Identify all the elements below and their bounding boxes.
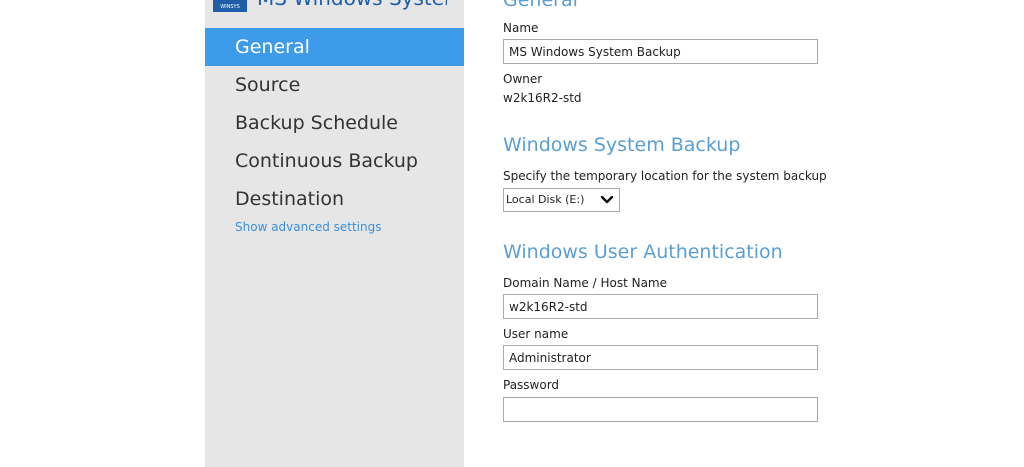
sidebar-item-general[interactable]: General [205,28,464,66]
section-title-general: General [503,0,578,11]
sidebar: WINSYS MS Windows System... General Sour… [205,0,464,467]
password-label: Password [503,378,560,392]
sidebar-item-continuous-backup[interactable]: Continuous Backup [205,142,464,180]
sidebar-item-source[interactable]: Source [205,66,464,104]
chevron-down-icon [601,196,613,204]
temp-location-select[interactable]: Local Disk (E:) [503,188,620,212]
show-advanced-settings-link[interactable]: Show advanced settings [235,220,382,234]
app-title: MS Windows System... [257,0,447,10]
domain-label: Domain Name / Host Name [503,276,667,290]
app-logo: WINSYS [213,0,247,12]
name-field[interactable] [503,39,818,64]
owner-value: w2k16R2-std [503,91,582,105]
username-field[interactable] [503,345,818,370]
domain-field[interactable] [503,294,818,319]
sidebar-item-destination[interactable]: Destination [205,180,464,218]
password-field[interactable] [503,397,818,422]
name-label: Name [503,21,539,35]
settings-form: General Name Owner w2k16R2-std Windows S… [503,0,833,467]
section-title-windows-user-auth: Windows User Authentication [503,241,783,263]
owner-label: Owner [503,72,543,86]
section-title-windows-system-backup: Windows System Backup [503,134,741,156]
sidebar-item-backup-schedule[interactable]: Backup Schedule [205,104,464,142]
backup-set-settings-page: WINSYS MS Windows System... General Sour… [0,0,1024,467]
temp-location-label: Specify the temporary location for the s… [503,169,827,183]
username-label: User name [503,327,569,341]
temp-location-selected-value: Local Disk (E:) [506,193,585,206]
